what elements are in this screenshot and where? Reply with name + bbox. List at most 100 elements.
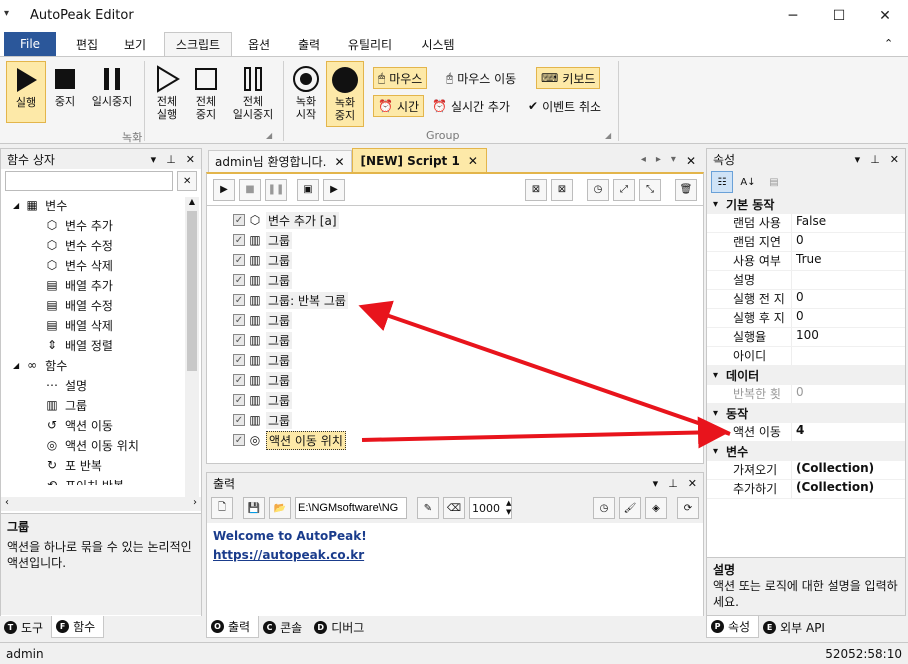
stop-icon[interactable]: ■ [239,178,261,201]
scroll-thumb[interactable] [187,211,197,371]
tree-item[interactable]: ⬡ 변수 삭제 [1,255,201,275]
pause-button[interactable]: 일시중지 [84,61,140,123]
tab-debug[interactable]: D 디버그 [310,616,372,638]
script-action-row[interactable]: ✓ ▥ 그룹 [233,250,703,270]
categorized-icon[interactable]: ☷ [711,171,733,193]
group-launcher-icon[interactable]: ◢ [605,131,611,140]
script-action-row[interactable]: ✓ ▥ 그룹 [233,410,703,430]
stop-button[interactable]: 중지 [48,61,82,123]
disable-icon[interactable]: ⊠ [525,178,547,201]
property-row[interactable]: 액션 이동 4 [707,423,905,442]
tree-item[interactable]: ↻ 포 반복 [1,455,201,475]
scrollbar[interactable]: ▲ [185,197,199,497]
property-value[interactable]: 0 [791,233,905,251]
disable-all-icon[interactable]: ⊠ [551,178,573,201]
dropdown-icon[interactable]: ▾ [855,153,861,166]
property-value[interactable]: 0 [791,290,905,308]
refresh-icon[interactable]: ⟳ [677,497,699,519]
script-action-row[interactable]: ✓ ▥ 그룹 [233,370,703,390]
tab-output[interactable]: 출력 [286,32,332,56]
pin-icon[interactable]: ⊥ [668,477,678,490]
eraser-icon[interactable]: ⌫ [443,497,465,519]
property-category[interactable]: ▾ 데이터 [707,366,905,385]
pause-icon[interactable]: ❚❚ [265,178,287,201]
tree-category[interactable]: ◢ ▦ 변수 [1,195,201,215]
mouse-toggle[interactable]: 🖱 마우스 [373,67,428,89]
property-category[interactable]: ▾ 동작 [707,404,905,423]
property-value[interactable]: 100 [791,328,905,346]
expand-icon[interactable]: ◢ [13,201,19,210]
enable-checkbox[interactable]: ✓ [233,254,245,266]
event-cancel-toggle[interactable]: ✔ 이벤트 취소 [524,95,605,117]
tree-item[interactable]: ▤ 배열 추가 [1,275,201,295]
property-row[interactable]: 추가하기 (Collection) [707,480,905,499]
property-row[interactable]: 가져오기 (Collection) [707,461,905,480]
enable-checkbox[interactable]: ✓ [233,294,245,306]
tab-options[interactable]: 옵션 [236,32,282,56]
tab-file[interactable]: File [4,32,56,56]
property-value[interactable] [791,347,905,365]
tab-external-api[interactable]: E 외부 API [759,616,833,638]
property-value[interactable]: (Collection) [791,480,905,498]
clear-search-icon[interactable]: ✕ [177,171,197,191]
tree-item[interactable]: ⬡ 변수 수정 [1,235,201,255]
scroll-up-icon[interactable]: ▲ [185,197,199,209]
collapse-icon[interactable]: ⤡ [639,178,661,201]
close-icon[interactable]: ✕ [186,153,195,166]
tool-icon[interactable]: ✎ [417,497,439,519]
alphabetical-icon[interactable]: A↓ [737,171,759,193]
tab-welcome[interactable]: admin님 환영합니다. ✕ [208,150,352,172]
tab-view[interactable]: 보기 [112,32,158,56]
play-icon[interactable]: ▶ [213,178,235,201]
group-launcher-icon[interactable]: ◢ [266,131,272,140]
save-icon[interactable]: 💾 [243,497,265,519]
close-button[interactable]: ✕ [862,0,908,32]
function-search-input[interactable] [5,171,174,191]
script-action-row[interactable]: ✓ ▥ 그룹 [233,310,703,330]
stop-all-button[interactable]: 전체 중지 [188,61,224,127]
close-icon[interactable]: ✕ [890,153,899,166]
website-link[interactable]: https://autopeak.co.kr [213,546,697,565]
play-box-icon[interactable]: ▶ [323,178,345,201]
property-value[interactable]: True [791,252,905,270]
maximize-button[interactable]: ☐ [816,0,862,32]
enable-checkbox[interactable]: ✓ [233,414,245,426]
script-action-row[interactable]: ✓ ▥ 그룹 [233,350,703,370]
close-tab-icon[interactable]: ✕ [334,155,344,169]
count-stepper[interactable]: 1000 ▲ ▼ [469,497,513,519]
record-start-button[interactable]: 녹화 시작 [288,61,324,127]
tree-category[interactable]: ◢ ∞ 함수 [1,355,201,375]
script-action-row[interactable]: ✓ ▥ 그룹 [233,270,703,290]
tree-item[interactable]: ⇕ 배열 정렬 [1,335,201,355]
path-field[interactable] [295,497,407,519]
tab-left-icon[interactable]: ◂ [641,154,646,168]
tree-item[interactable]: ⋯ 설명 [1,375,201,395]
property-value[interactable]: 0 [791,309,905,327]
delete-icon[interactable]: 🗑 [675,178,697,201]
property-row[interactable]: 반복한 횟 0 [707,385,905,404]
collapse-icon[interactable]: ▾ [713,370,718,381]
tab-script[interactable]: [NEW] Script 1 ✕ [351,148,487,172]
new-file-icon[interactable]: 🗋 [211,497,233,519]
enable-checkbox[interactable]: ✓ [233,234,245,246]
property-category[interactable]: ▾ 기본 동작 [707,195,905,214]
property-pages-icon[interactable]: ▤ [763,171,785,193]
scroll-left-icon[interactable]: ‹ [5,497,9,511]
pin-icon[interactable]: ⊥ [166,153,176,166]
realtime-add-toggle[interactable]: ⏰ 실시간 추가 [428,95,514,117]
brush-icon[interactable]: 🖌 [619,497,641,519]
tab-console[interactable]: C 콘솔 [259,616,310,638]
clock-icon[interactable]: ◷ [593,497,615,519]
close-icon[interactable]: ✕ [688,477,697,490]
property-category[interactable]: ▾ 변수 [707,442,905,461]
tab-utility[interactable]: 유틸리티 [338,32,402,56]
tab-right-icon[interactable]: ▸ [656,154,661,168]
tree-item[interactable]: ▤ 배열 삭제 [1,315,201,335]
tab-output-log[interactable]: O 출력 [206,616,260,638]
minimize-button[interactable]: ─ [770,0,816,32]
tree-item[interactable]: ◎ 액션 이동 위치 [1,435,201,455]
tab-script[interactable]: 스크립트 [164,32,232,56]
enable-checkbox[interactable]: ✓ [233,374,245,386]
close-tab-icon[interactable]: ✕ [468,154,478,168]
property-row[interactable]: 사용 여부 True [707,252,905,271]
